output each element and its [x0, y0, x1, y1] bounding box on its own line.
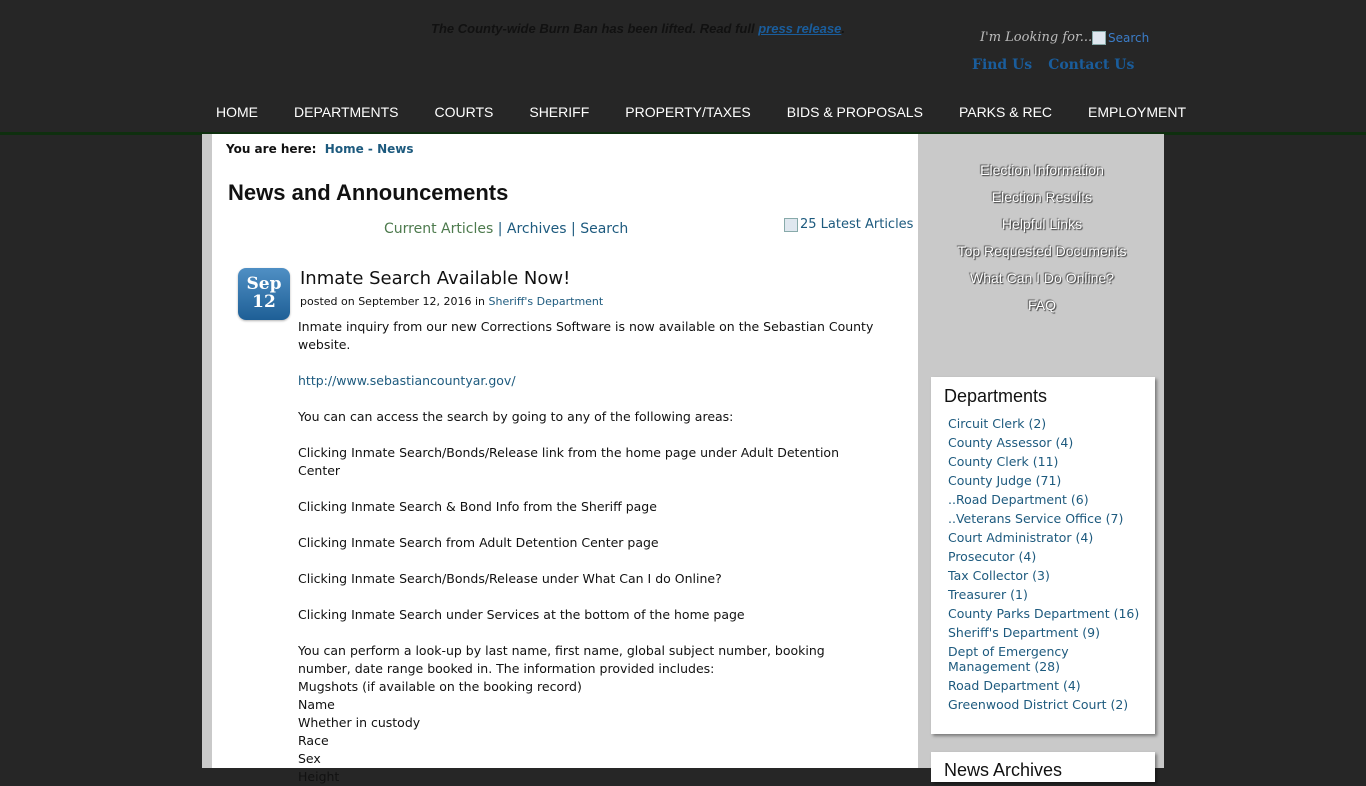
page-title: News and Announcements [228, 180, 509, 205]
department-link[interactable]: Prosecutor (4) [948, 549, 1148, 564]
main-nav: HOME DEPARTMENTS COURTS SHERIFF PROPERTY… [0, 96, 1366, 135]
article-category-link[interactable]: Sheriff's Department [489, 295, 604, 308]
breadcrumb-current[interactable]: News [377, 142, 413, 156]
meta-prefix: posted on September 12, 2016 in [300, 295, 486, 308]
search-button[interactable]: Search [1092, 31, 1149, 45]
department-link[interactable]: Sheriff's Department (9) [948, 625, 1148, 640]
date-month: Sep [246, 274, 282, 294]
find-us-link[interactable]: Find Us [972, 57, 1032, 73]
header-links: Find Us Contact Us [972, 57, 1150, 73]
date-day: 12 [252, 292, 276, 312]
article-meta: posted on September 12, 2016 in Sheriff'… [300, 295, 603, 308]
article-paragraph: Sex [298, 751, 321, 766]
department-link[interactable]: County Assessor (4) [948, 435, 1148, 450]
nav-property-taxes[interactable]: PROPERTY/TAXES [607, 96, 769, 128]
nav-home[interactable]: HOME [198, 96, 276, 128]
search-link[interactable]: Search [580, 221, 628, 237]
sidebar-link-helpful-links[interactable]: Helpful Links [930, 214, 1154, 241]
sidebar-link-what-can-i-do[interactable]: What Can I Do Online? [930, 268, 1154, 295]
article-paragraph: Clicking Inmate Search under Services at… [298, 607, 745, 622]
sidebar-link-top-documents[interactable]: Top Requested Documents [930, 241, 1154, 268]
broken-image-icon [1092, 31, 1106, 45]
department-link[interactable]: Treasurer (1) [948, 587, 1148, 602]
news-archives-title: News Archives [944, 760, 1063, 780]
archives-link[interactable]: Archives [507, 221, 567, 237]
looking-for-label: I'm Looking for... [980, 30, 1093, 45]
nav-employment[interactable]: EMPLOYMENT [1070, 96, 1204, 128]
article-paragraph: Clicking Inmate Search from Adult Detent… [298, 535, 659, 550]
article-paragraph: Name [298, 697, 335, 712]
article-subnav: Current Articles | Archives | Search [384, 221, 628, 237]
alert-text: The County-wide Burn Ban has been lifted… [431, 21, 759, 36]
breadcrumb-label: You are here: [226, 142, 317, 156]
article-paragraph: Clicking Inmate Search/Bonds/Release und… [298, 571, 722, 586]
department-link[interactable]: Dept of Emergency Management (28) [948, 644, 1148, 674]
department-link[interactable]: Greenwood District Court (2) [948, 697, 1148, 712]
department-link[interactable]: County Parks Department (16) [948, 606, 1148, 621]
subnav-separator: | [571, 221, 576, 237]
department-link[interactable]: Circuit Clerk (2) [948, 416, 1148, 431]
alert-end: . [841, 21, 845, 36]
search-alt-text: Search [1108, 31, 1150, 45]
current-articles-link[interactable]: Current Articles [384, 221, 493, 237]
nav-parks-rec[interactable]: PARKS & REC [941, 96, 1070, 128]
department-link[interactable]: ..Veterans Service Office (7) [948, 511, 1148, 526]
department-link[interactable]: Tax Collector (3) [948, 568, 1148, 583]
article-paragraph: Clicking Inmate Search & Bond Info from … [298, 499, 657, 514]
nav-sheriff[interactable]: SHERIFF [511, 96, 607, 128]
sidebar-link-election-information[interactable]: Election Information [930, 160, 1154, 187]
website-link[interactable]: http://www.sebastiancountyar.gov/ [298, 373, 516, 388]
breadcrumb-separator: - [367, 142, 373, 156]
sidebar-quick-links: Election Information Election Results He… [930, 160, 1154, 322]
article-body: Inmate inquiry from our new Corrections … [298, 318, 878, 786]
article-paragraph: Inmate inquiry from our new Corrections … [298, 319, 874, 352]
sidebar-link-faq[interactable]: FAQ [930, 295, 1154, 322]
article-paragraph: Whether in custody [298, 715, 421, 730]
alert-banner: The County-wide Burn Ban has been lifted… [428, 22, 848, 35]
article-paragraph: Height [298, 769, 340, 784]
department-link[interactable]: Road Department (4) [948, 678, 1148, 693]
article-title[interactable]: Inmate Search Available Now! [300, 268, 570, 289]
article-paragraph: You can can access the search by going t… [298, 409, 734, 424]
broken-image-icon [784, 217, 798, 232]
breadcrumb: You are here: Home - News [226, 142, 414, 156]
latest-articles-text: 25 Latest Articles [800, 217, 914, 232]
breadcrumb-home[interactable]: Home [325, 142, 364, 156]
article-paragraph: Race [298, 733, 329, 748]
subnav-separator: | [497, 221, 503, 237]
department-link[interactable]: County Judge (71) [948, 473, 1148, 488]
latest-articles-link[interactable]: 25 Latest Articles [784, 217, 913, 232]
article-paragraph: Clicking Inmate Search/Bonds/Release lin… [298, 445, 839, 478]
department-link[interactable]: County Clerk (11) [948, 454, 1148, 469]
nav-courts[interactable]: COURTS [417, 96, 512, 128]
nav-departments[interactable]: DEPARTMENTS [276, 96, 417, 128]
date-badge: Sep 12 [238, 268, 290, 320]
department-link[interactable]: ..Road Department (6) [948, 492, 1148, 507]
nav-bids-proposals[interactable]: BIDS & PROPOSALS [769, 96, 941, 128]
departments-title: Departments [944, 386, 1048, 406]
press-release-link[interactable]: press release [758, 21, 841, 36]
article-paragraph: Mugshots (if available on the booking re… [298, 679, 582, 694]
department-link[interactable]: Court Administrator (4) [948, 530, 1148, 545]
sidebar-link-election-results[interactable]: Election Results [930, 187, 1154, 214]
article-paragraph: You can perform a look-up by last name, … [298, 643, 825, 676]
contact-us-link[interactable]: Contact Us [1048, 57, 1134, 73]
departments-list: Circuit Clerk (2) County Assessor (4) Co… [948, 416, 1148, 716]
